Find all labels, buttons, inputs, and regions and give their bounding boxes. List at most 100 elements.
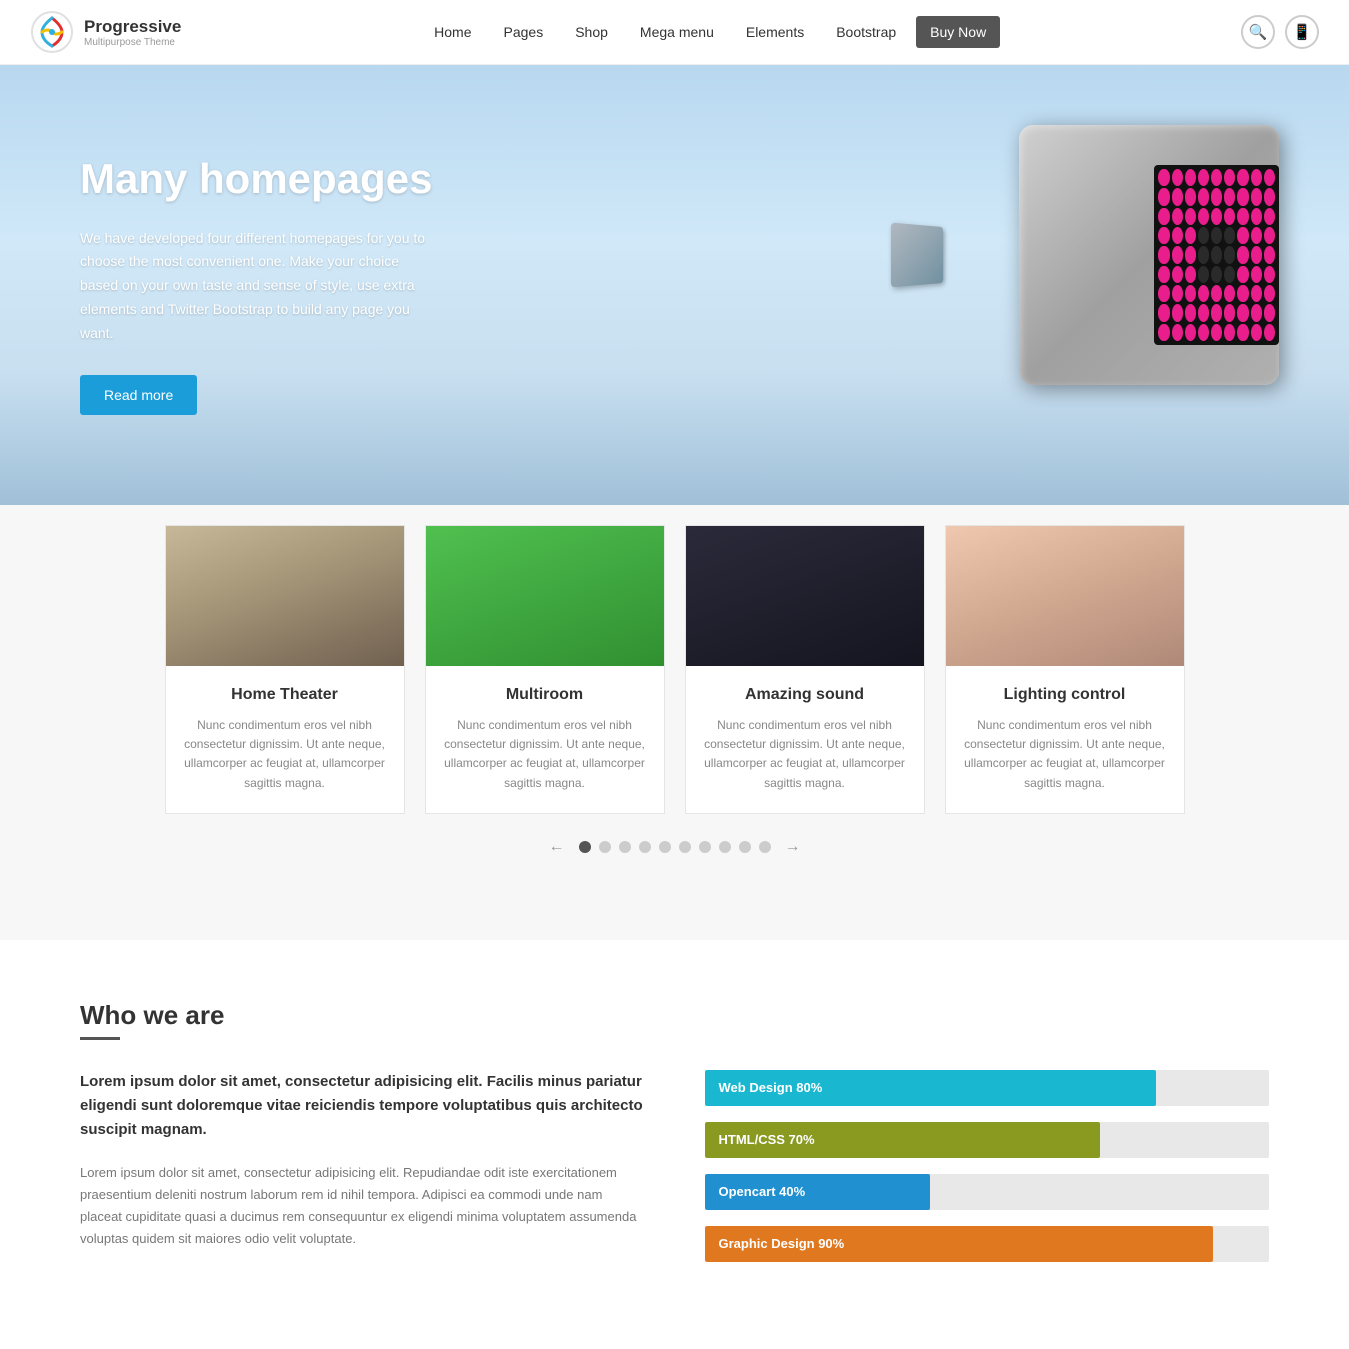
cube-dot <box>1264 246 1275 263</box>
page-dot-1[interactable] <box>579 841 591 853</box>
who-left: Lorem ipsum dolor sit amet, consectetur … <box>80 1070 645 1278</box>
card-text: Nunc condimentum eros vel nibh consectet… <box>702 716 908 793</box>
card-item: Home Theater Nunc condimentum eros vel ni… <box>165 525 405 814</box>
cube-dot <box>1237 324 1248 341</box>
cube-dot <box>1264 208 1275 225</box>
pagination: ← → <box>30 814 1319 880</box>
card-body: Amazing soundNunc condimentum eros vel n… <box>686 666 924 813</box>
nav-shop[interactable]: Shop <box>563 16 620 48</box>
nav-home[interactable]: Home <box>422 16 483 48</box>
cube-dot <box>1185 246 1196 263</box>
cube-dot <box>1211 169 1222 186</box>
cube-dot <box>1211 188 1222 205</box>
cube-dot <box>1264 188 1275 205</box>
logo-title: Progressive <box>84 17 181 37</box>
cube-inner <box>1154 165 1279 345</box>
page-dot-2[interactable] <box>599 841 611 853</box>
cube-outer <box>1019 125 1279 385</box>
card-item: Amazing soundNunc condimentum eros vel n… <box>685 525 925 814</box>
prev-arrow[interactable]: ← <box>543 838 571 856</box>
card-title: Home Theater <box>182 686 388 704</box>
page-dot-4[interactable] <box>639 841 651 853</box>
cube-dot <box>1185 227 1196 244</box>
cube-dot <box>1224 266 1235 283</box>
hero-section: Many homepages We have developed four di… <box>0 65 1349 505</box>
cube-dot <box>1237 246 1248 263</box>
cube-dot <box>1185 285 1196 302</box>
skill-bar: Graphic Design 90% <box>705 1226 1270 1262</box>
card-text: Nunc condimentum eros vel nibh consectet… <box>182 716 388 793</box>
page-dot-3[interactable] <box>619 841 631 853</box>
who-layout: Lorem ipsum dolor sit amet, consectetur … <box>80 1070 1269 1278</box>
cube-dot <box>1172 188 1183 205</box>
mobile-button[interactable]: 📱 <box>1285 15 1319 49</box>
arm-plate-left <box>891 223 943 288</box>
cube-dot <box>1237 188 1248 205</box>
skill-bar-fill: Opencart 40% <box>705 1174 931 1210</box>
cube-dot <box>1224 246 1235 263</box>
cube-dot <box>1185 208 1196 225</box>
nav-elements[interactable]: Elements <box>734 16 816 48</box>
cube-dot <box>1198 304 1209 321</box>
cube-dot <box>1251 188 1262 205</box>
cube-dot <box>1172 227 1183 244</box>
cube-dot <box>1237 169 1248 186</box>
cube-dot <box>1198 169 1209 186</box>
cube-dot <box>1264 169 1275 186</box>
card-body: MultiroomNunc condimentum eros vel nibh … <box>426 666 664 813</box>
cube-dot <box>1251 246 1262 263</box>
page-dot-5[interactable] <box>659 841 671 853</box>
logo-area: Progressive Multipurpose Theme <box>30 10 181 54</box>
card-image <box>426 526 664 666</box>
page-dot-10[interactable] <box>759 841 771 853</box>
who-right: Web Design 80% HTML/CSS 70% Opencart 40% Gr… <box>705 1070 1270 1278</box>
cube-dot <box>1224 285 1235 302</box>
cube-dot <box>1264 285 1275 302</box>
read-more-button[interactable]: Read more <box>80 375 197 415</box>
card-text: Nunc condimentum eros vel nibh consectet… <box>442 716 648 793</box>
skill-bar-track: HTML/CSS 70% <box>705 1122 1270 1158</box>
card-title: Lighting control <box>962 686 1168 704</box>
skill-bar-track: Opencart 40% <box>705 1174 1270 1210</box>
skill-bar-track: Web Design 80% <box>705 1070 1270 1106</box>
card-image <box>946 526 1184 666</box>
nav-megamenu[interactable]: Mega menu <box>628 16 726 48</box>
logo-text: Progressive Multipurpose Theme <box>84 17 181 48</box>
card-body: Lighting control Nunc condimentum eros ve… <box>946 666 1184 813</box>
card-text: Nunc condimentum eros vel nibh consectet… <box>962 716 1168 793</box>
cube-dot <box>1264 324 1275 341</box>
hero-graphic <box>1019 125 1299 405</box>
cube-dot <box>1211 266 1222 283</box>
cube-dot <box>1158 266 1169 283</box>
next-arrow[interactable]: → <box>779 838 807 856</box>
cube-dot <box>1172 304 1183 321</box>
cube-dot <box>1211 324 1222 341</box>
who-body: Lorem ipsum dolor sit amet, consectetur … <box>80 1162 645 1250</box>
cube-dot <box>1211 304 1222 321</box>
page-dot-8[interactable] <box>719 841 731 853</box>
page-dot-9[interactable] <box>739 841 751 853</box>
search-button[interactable]: 🔍 <box>1241 15 1275 49</box>
who-intro: Lorem ipsum dolor sit amet, consectetur … <box>80 1070 645 1142</box>
nav-buynow[interactable]: Buy Now <box>916 16 1000 48</box>
search-icon: 🔍 <box>1249 23 1268 41</box>
cube-dot <box>1237 266 1248 283</box>
header-icons: 🔍 📱 <box>1241 15 1319 49</box>
hero-image-area <box>949 125 1349 445</box>
skill-bar-track: Graphic Design 90% <box>705 1226 1270 1262</box>
cube-dot <box>1172 266 1183 283</box>
cube-dot <box>1224 208 1235 225</box>
page-dot-6[interactable] <box>679 841 691 853</box>
cube-dot <box>1251 208 1262 225</box>
skill-bar-fill: Web Design 80% <box>705 1070 1157 1106</box>
cube-dot <box>1224 324 1235 341</box>
skill-bar: HTML/CSS 70% <box>705 1122 1270 1158</box>
cube-dot <box>1172 169 1183 186</box>
cube-dot <box>1172 285 1183 302</box>
cube-dot <box>1224 227 1235 244</box>
nav-pages[interactable]: Pages <box>492 16 556 48</box>
page-dot-7[interactable] <box>699 841 711 853</box>
cube-dot <box>1185 169 1196 186</box>
nav-bootstrap[interactable]: Bootstrap <box>824 16 908 48</box>
cube-dot <box>1251 324 1262 341</box>
